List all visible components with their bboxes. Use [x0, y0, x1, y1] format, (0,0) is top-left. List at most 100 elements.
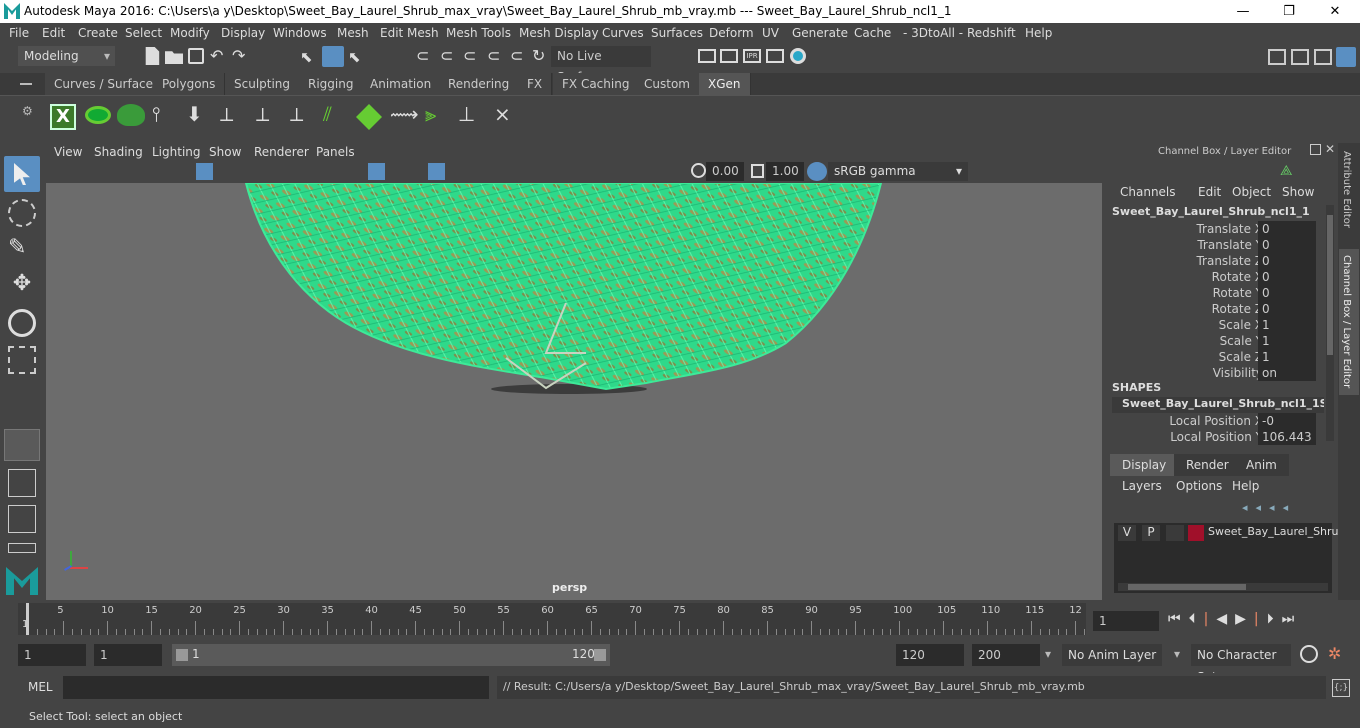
range-end-handle[interactable] — [594, 649, 606, 661]
attribute-value[interactable]: -0 — [1258, 413, 1316, 429]
layer-playback-toggle[interactable]: P — [1142, 525, 1160, 541]
redo-icon[interactable]: ↷ — [232, 46, 245, 65]
render-frame-icon[interactable] — [698, 49, 716, 63]
attribute-value[interactable]: on — [1258, 365, 1316, 381]
attribute-editor-toggle-icon[interactable] — [1314, 49, 1332, 65]
four-view-layout-icon[interactable] — [8, 469, 36, 497]
layer-tab-anim[interactable]: Anim — [1234, 454, 1289, 476]
minimize-button[interactable]: — — [1220, 2, 1266, 21]
xgen-sculpt-guide-icon[interactable]: ⟂ — [256, 102, 280, 128]
float-panel-icon[interactable] — [1310, 144, 1321, 155]
menu-help[interactable]: Help — [1025, 26, 1052, 40]
attribute-value[interactable]: 0 — [1258, 301, 1316, 317]
menu-windows[interactable]: Windows — [273, 26, 327, 40]
range-start-handle[interactable] — [176, 649, 188, 661]
exposure-icon[interactable] — [691, 163, 706, 178]
open-scene-icon[interactable] — [165, 51, 183, 64]
go-to-end-icon[interactable]: ⏭ — [1282, 611, 1303, 627]
menu-mesh-display[interactable]: Mesh Display — [519, 26, 599, 40]
attribute-value[interactable]: 106.443 — [1258, 429, 1316, 445]
snap-grid-icon[interactable]: ⊂ — [416, 46, 429, 65]
xgen-rebuild-icon[interactable]: ⊥ — [458, 102, 484, 128]
menu-uv[interactable]: UV — [762, 26, 779, 40]
color-space-dropdown[interactable]: sRGB gamma ▾ — [828, 162, 968, 181]
menu-3dtoall[interactable]: - 3DtoAll - — [903, 26, 963, 40]
shelf-tab-custom[interactable]: Custom — [635, 73, 700, 95]
attribute-row[interactable]: Local Position Y 106.443 — [1106, 429, 1321, 445]
time-ruler[interactable]: 1 51015202530354045505560657075808590951… — [18, 603, 1086, 635]
channel-box-toggle-icon[interactable] — [1336, 47, 1356, 67]
attribute-value[interactable]: 0 — [1258, 285, 1316, 301]
layer-color-swatch[interactable] — [1188, 525, 1204, 541]
layout-shortcut-icon[interactable] — [8, 543, 36, 553]
time-slider[interactable]: 1 5 10 15 20 25 30 35 40 45 50 55 60 65 70 75 80 85 90 95 1… — [0, 603, 1360, 637]
attribute-row[interactable]: Scale Y1 — [1106, 333, 1321, 349]
xgen-grass-icon[interactable]: ⫸ — [425, 102, 451, 128]
script-language-toggle[interactable]: MEL — [28, 680, 53, 694]
play-backwards-icon[interactable]: ◀ — [1216, 611, 1235, 627]
select-by-component-icon[interactable]: ⬉ — [348, 48, 361, 66]
layer-menu-options[interactable]: Options — [1176, 479, 1222, 493]
xgen-guides-to-curves-icon[interactable] — [356, 104, 382, 130]
viewport-menu-shading[interactable]: Shading — [94, 145, 143, 159]
xgen-curves-to-guides-icon[interactable]: ⟿ — [390, 102, 419, 128]
attribute-row[interactable]: Rotate Y0 — [1106, 285, 1321, 301]
snap-view-icon[interactable]: ⊂ — [487, 46, 500, 65]
select-by-object-icon[interactable] — [322, 46, 344, 67]
attribute-value[interactable]: 1 — [1258, 349, 1316, 365]
layer-hscrollbar[interactable] — [1118, 583, 1328, 591]
channel-box-tab[interactable]: Channel Box / Layer Editor — [1341, 255, 1352, 388]
shelf-tab-xgen[interactable]: XGen — [699, 73, 751, 95]
menu-redshift[interactable]: Redshift — [967, 26, 1016, 40]
paint-select-tool-icon[interactable]: ✎ — [8, 235, 36, 263]
command-input[interactable] — [63, 676, 489, 699]
gamma-icon[interactable] — [751, 164, 764, 178]
playback-end-field[interactable]: 120 — [896, 644, 964, 666]
ipr-render-icon[interactable]: IPR — [743, 49, 761, 63]
select-tool-button[interactable] — [4, 156, 40, 192]
step-back-icon[interactable]: ⏴ — [1189, 611, 1204, 627]
xgen-preview-icon[interactable] — [85, 106, 111, 124]
viewport-menu-show[interactable]: Show — [209, 145, 241, 159]
auto-key-icon[interactable] — [1300, 645, 1318, 663]
workspace-icon[interactable] — [1268, 49, 1286, 65]
attribute-editor-tab[interactable]: Attribute Editor — [1341, 151, 1352, 228]
channels-menu-channels[interactable]: Channels — [1120, 185, 1176, 199]
maximize-button[interactable]: ❐ — [1266, 2, 1312, 21]
attribute-row[interactable]: Scale X1 — [1106, 317, 1321, 333]
outliner-layout-icon[interactable] — [8, 505, 36, 533]
shelf-tab-fx[interactable]: FX — [518, 73, 553, 95]
textured-icon[interactable] — [428, 163, 445, 180]
layer-menu-layers[interactable]: Layers — [1122, 479, 1162, 493]
attribute-row[interactable]: Translate X0 — [1106, 221, 1321, 237]
attribute-value[interactable]: 0 — [1258, 221, 1316, 237]
new-scene-icon[interactable] — [145, 47, 160, 65]
close-button[interactable]: ✕ — [1312, 2, 1358, 21]
shelf-menu-icon[interactable] — [20, 83, 32, 85]
character-set-dropdown[interactable]: No Character Set — [1191, 644, 1291, 684]
save-scene-icon[interactable] — [188, 48, 204, 64]
script-editor-icon[interactable]: {;} — [1332, 679, 1350, 697]
viewport-menu-panels[interactable]: Panels — [316, 145, 355, 159]
channels-menu-edit[interactable]: Edit — [1198, 185, 1221, 199]
wireframe-toggle-icon[interactable] — [196, 163, 213, 180]
menu-create[interactable]: Create — [78, 26, 118, 40]
animation-end-field[interactable]: 200 — [972, 644, 1040, 666]
menu-generate[interactable]: Generate — [792, 26, 848, 40]
render-settings-icon[interactable] — [766, 49, 784, 63]
viewport-menu-renderer[interactable]: Renderer — [254, 145, 309, 159]
menu-modify[interactable]: Modify — [170, 26, 210, 40]
attribute-value[interactable]: 0 — [1258, 253, 1316, 269]
maya-home-icon[interactable] — [6, 567, 38, 595]
color-management-toggle-icon[interactable] — [807, 162, 827, 181]
play-forwards-icon[interactable]: ▶ — [1235, 611, 1254, 627]
layer-tab-render[interactable]: Render — [1174, 454, 1241, 476]
xgen-move-guides-icon[interactable]: ⬇ — [186, 102, 210, 128]
chevron-down-icon[interactable]: ▾ — [1174, 647, 1180, 661]
attribute-value[interactable]: 1 — [1258, 333, 1316, 349]
attribute-value[interactable]: 0 — [1258, 269, 1316, 285]
attribute-row[interactable]: Scale Z1 — [1106, 349, 1321, 365]
menu-file[interactable]: File — [9, 26, 29, 40]
snap-curve-icon[interactable]: ⊂ — [440, 46, 453, 65]
lasso-tool-icon[interactable] — [8, 199, 36, 227]
